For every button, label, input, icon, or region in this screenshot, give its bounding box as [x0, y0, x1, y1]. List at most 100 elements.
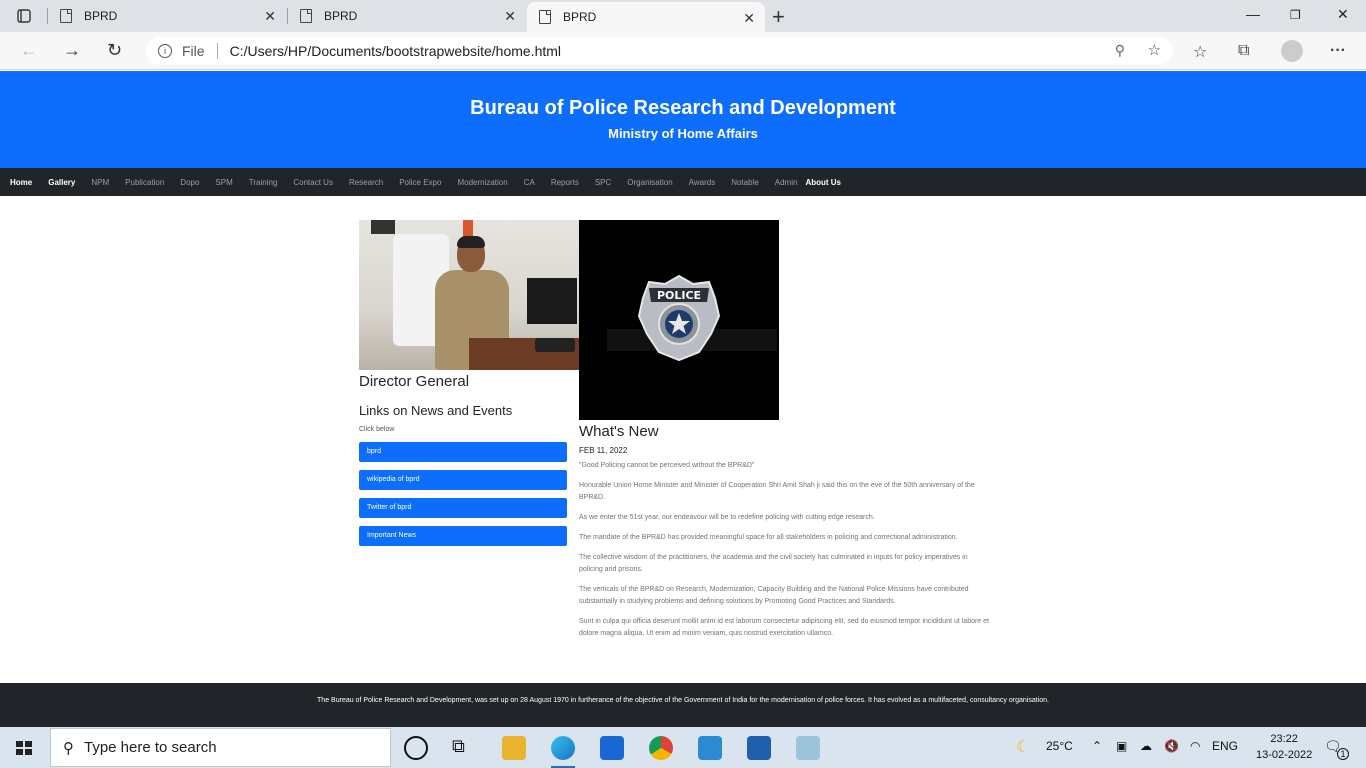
- info-icon[interactable]: i: [158, 44, 172, 58]
- browser-tab[interactable]: BPRD ✕: [48, 0, 286, 32]
- new-tab-icon[interactable]: +: [772, 4, 785, 30]
- task-view-icon[interactable]: ⧉: [452, 736, 476, 760]
- nav-modernization[interactable]: Modernization: [457, 178, 507, 187]
- url-text[interactable]: C:/Users/HP/Documents/bootstrapwebsite/h…: [230, 43, 561, 59]
- nav-training[interactable]: Training: [249, 178, 278, 187]
- tab-title: BPRD: [324, 9, 358, 23]
- news-paragraph: The verticals of the BPR&D on Research, …: [579, 586, 969, 605]
- add-favorite-icon[interactable]: ☆: [1148, 41, 1161, 59]
- meet-icon[interactable]: ▣: [1116, 739, 1127, 753]
- news-paragraph: As we enter the 51st year, our endeavour…: [579, 514, 875, 521]
- file-explorer-icon[interactable]: [502, 736, 526, 760]
- web-page: Bureau of Police Research and Developmen…: [0, 71, 1366, 727]
- cloud-icon[interactable]: ☁: [1140, 739, 1152, 753]
- notepad-icon[interactable]: [796, 736, 820, 760]
- taskbar-search-box[interactable]: ⚲ Type here to search: [50, 728, 391, 767]
- footer-text: The Bureau of Police Research and Develo…: [317, 697, 1049, 704]
- nav-research[interactable]: Research: [349, 178, 383, 187]
- network-icon[interactable]: ◠: [1190, 739, 1200, 753]
- vscode-icon[interactable]: [698, 736, 722, 760]
- language-indicator[interactable]: ENG: [1212, 739, 1238, 753]
- news-paragraph: Honurable Union Home Minister and Minist…: [579, 482, 975, 501]
- notification-count: 1: [1337, 748, 1349, 760]
- profile-avatar[interactable]: [1281, 40, 1303, 62]
- address-toolbar: ← → ↻ i File C:/Users/HP/Documents/boots…: [0, 32, 1366, 70]
- address-bar[interactable]: i File C:/Users/HP/Documents/bootstrapwe…: [146, 37, 1173, 65]
- browser-tab-active[interactable]: BPRD ✕: [527, 2, 765, 32]
- tab-actions-icon: [17, 9, 31, 23]
- nav-admin[interactable]: Admin: [775, 178, 798, 187]
- nav-about-us[interactable]: About Us: [805, 178, 841, 187]
- page-icon: [539, 10, 551, 24]
- news-paragraph: "Good Policing cannot be perceived witho…: [579, 462, 755, 469]
- search-placeholder: Type here to search: [84, 739, 217, 756]
- clock-date: 13-02-2022: [1256, 749, 1313, 761]
- minimize-icon[interactable]: —: [1246, 6, 1260, 22]
- browser-tab-bar: BPRD ✕ BPRD ✕ BPRD ✕ + — ❐ ✕: [0, 0, 1366, 32]
- close-tab-icon[interactable]: ✕: [264, 8, 276, 25]
- nav-dopo[interactable]: Dopo: [180, 178, 199, 187]
- clock-time: 23:22: [1270, 733, 1298, 745]
- nav-awards[interactable]: Awards: [689, 178, 716, 187]
- close-tab-icon[interactable]: ✕: [504, 8, 516, 25]
- forward-icon[interactable]: →: [63, 40, 81, 61]
- links-heading: Links on News and Events: [359, 403, 513, 418]
- windows-taskbar: ⚲ Type here to search ⧉ ☾ 25°C ⌃ ▣ ☁ 🔇 ◠…: [0, 727, 1366, 768]
- nav-home[interactable]: Home: [10, 178, 32, 187]
- chrome-icon[interactable]: [649, 736, 673, 760]
- site-header: Bureau of Police Research and Developmen…: [0, 71, 1366, 168]
- police-badge-image: POLICE: [579, 220, 779, 420]
- wikipedia-link-button[interactable]: wikipedia of bprd: [359, 470, 567, 490]
- browser-tab[interactable]: BPRD ✕: [288, 0, 526, 32]
- scheme-label: File: [182, 43, 205, 59]
- weather-temp[interactable]: 25°C: [1046, 739, 1073, 753]
- right-column: POLICE What's New FEB 11, 2022 "Good Pol…: [579, 220, 989, 640]
- collections-icon[interactable]: ⧉: [1238, 42, 1249, 60]
- site-title: Bureau of Police Research and Developmen…: [470, 97, 896, 119]
- left-column: Director General Links on News and Event…: [359, 220, 579, 546]
- divider: [216, 43, 218, 59]
- weather-icon[interactable]: ☾: [1016, 737, 1030, 757]
- nav-police-expo[interactable]: Police Expo: [399, 178, 441, 187]
- more-menu-icon[interactable]: ···: [1330, 42, 1346, 60]
- volume-muted-icon[interactable]: 🔇: [1164, 739, 1179, 753]
- search-icon: ⚲: [63, 739, 74, 757]
- refresh-icon[interactable]: ↻: [107, 40, 122, 61]
- important-news-button[interactable]: Important News: [359, 526, 567, 546]
- director-general-photo: [359, 220, 579, 370]
- police-badge-icon: POLICE: [637, 274, 721, 362]
- click-below-text: Click below: [359, 426, 395, 433]
- svg-text:POLICE: POLICE: [657, 289, 701, 302]
- mail-icon[interactable]: [600, 736, 624, 760]
- system-clock[interactable]: 23:22 13-02-2022: [1256, 731, 1312, 763]
- windows-start-icon[interactable]: [16, 741, 32, 755]
- bprd-link-button[interactable]: bprd: [359, 442, 567, 462]
- tab-title: BPRD: [84, 9, 118, 23]
- tab-actions-button[interactable]: [0, 0, 48, 32]
- news-date: FEB 11, 2022: [579, 446, 628, 455]
- twitter-link-button[interactable]: Twitter of bprd: [359, 498, 567, 518]
- site-footer: The Bureau of Police Research and Develo…: [0, 683, 1366, 727]
- nav-notable[interactable]: Notable: [731, 178, 759, 187]
- photos-icon[interactable]: [747, 736, 771, 760]
- restore-icon[interactable]: ❐: [1290, 8, 1301, 22]
- nav-publication[interactable]: Publication: [125, 178, 164, 187]
- cortana-icon[interactable]: [404, 736, 428, 760]
- site-subtitle: Ministry of Home Affairs: [608, 126, 758, 141]
- favorites-icon[interactable]: ☆: [1193, 42, 1207, 62]
- nav-organisation[interactable]: Organisation: [627, 178, 672, 187]
- close-window-icon[interactable]: ✕: [1337, 6, 1349, 23]
- tray-chevron-icon[interactable]: ⌃: [1092, 739, 1102, 753]
- edge-browser-icon[interactable]: [551, 736, 575, 768]
- nav-contact-us[interactable]: Contact Us: [293, 178, 333, 187]
- zoom-icon[interactable]: ⚲: [1115, 42, 1125, 59]
- nav-spm[interactable]: SPM: [215, 178, 232, 187]
- nav-spc[interactable]: SPC: [595, 178, 611, 187]
- close-tab-icon[interactable]: ✕: [743, 10, 755, 27]
- nav-npm[interactable]: NPM: [91, 178, 109, 187]
- back-icon[interactable]: ←: [20, 40, 38, 61]
- nav-gallery[interactable]: Gallery: [48, 178, 75, 187]
- nav-reports[interactable]: Reports: [551, 178, 579, 187]
- nav-ca[interactable]: CA: [524, 178, 535, 187]
- news-paragraph: The mandate of the BPR&D has provided me…: [579, 534, 958, 541]
